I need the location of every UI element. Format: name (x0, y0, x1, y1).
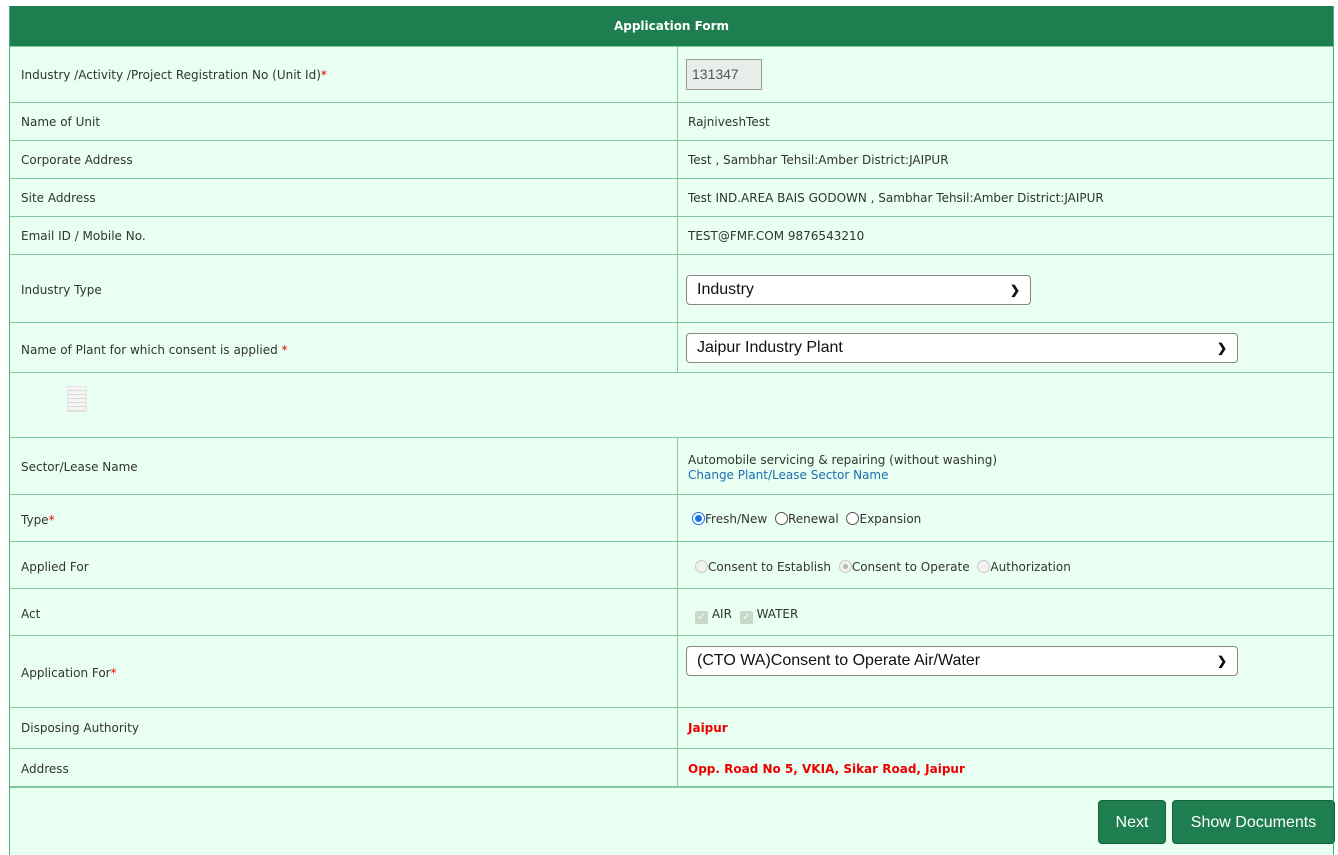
applied-option-operate: Consent to Operate (851, 560, 970, 574)
industry-type-select[interactable]: Industry ❯ (686, 275, 1031, 305)
row-unit-id: Industry /Activity /Project Registration… (10, 46, 1333, 102)
form-title: Application Form (10, 6, 1333, 46)
corporate-address-value: Test , Sambhar Tehsil:Amber District:JAI… (688, 153, 949, 167)
required-mark: * (320, 68, 327, 82)
type-label: Type (21, 513, 49, 527)
plant-name-select[interactable]: Jaipur Industry Plant ❯ (686, 333, 1238, 363)
plant-name-selected: Jaipur Industry Plant (697, 339, 843, 356)
applied-radio-authorization (977, 560, 991, 573)
chevron-down-icon: ❯ (1216, 654, 1227, 668)
plant-name-label: Name of Plant for which consent is appli… (21, 343, 278, 357)
site-address-value: Test IND.AREA BAIS GODOWN , Sambhar Tehs… (688, 191, 1104, 205)
chevron-down-icon: ❯ (1009, 283, 1020, 297)
row-type: Type* Fresh/New Renewal Expansion (10, 494, 1333, 541)
act-water-checkbox: ✓ (739, 611, 753, 624)
row-corporate-address: Corporate Address Test , Sambhar Tehsil:… (10, 140, 1333, 178)
act-option-air: AIR (711, 607, 732, 621)
row-plant-name: Name of Plant for which consent is appli… (10, 322, 1333, 372)
application-form: Application Form Industry /Activity /Pro… (9, 6, 1335, 855)
applied-option-establish: Consent to Establish (708, 560, 831, 574)
row-email-mobile: Email ID / Mobile No. TEST@FMF.COM 98765… (10, 216, 1333, 254)
row-applied-for: Applied For Consent to Establish Consent… (10, 541, 1333, 588)
required-mark: * (110, 666, 117, 680)
row-act: Act ✓ AIR ✓ WATER (10, 588, 1333, 635)
type-radio-fresh[interactable] (692, 512, 705, 525)
type-option-renewal: Renewal (787, 512, 839, 526)
unit-id-field[interactable]: 131347 (686, 59, 762, 90)
sector-value: Automobile servicing & repairing (withou… (688, 453, 998, 467)
applied-for-label: Applied For (21, 560, 89, 574)
document-image-icon (67, 386, 87, 412)
corporate-address-label: Corporate Address (21, 153, 133, 167)
applied-option-authorization: Authorization (990, 560, 1071, 574)
address-value: Opp. Road No 5, VKIA, Sikar Road, Jaipur (688, 762, 965, 776)
show-documents-button[interactable]: Show Documents (1172, 800, 1335, 844)
address-label: Address (21, 762, 69, 776)
row-address: Address Opp. Road No 5, VKIA, Sikar Road… (10, 748, 1333, 788)
chevron-down-icon: ❯ (1216, 341, 1227, 355)
act-label: Act (21, 607, 41, 621)
industry-type-label: Industry Type (21, 283, 102, 297)
email-mobile-label: Email ID / Mobile No. (21, 229, 146, 243)
act-option-water: WATER (756, 607, 799, 621)
row-disposing-authority: Disposing Authority Jaipur (10, 707, 1333, 748)
row-plant-image (10, 372, 1333, 437)
row-name-of-unit: Name of Unit RajniveshTest (10, 102, 1333, 140)
required-mark: * (48, 513, 55, 527)
row-application-for: Application For* (CTO WA)Consent to Oper… (10, 635, 1333, 707)
type-radio-renewal[interactable] (774, 512, 788, 525)
application-for-label: Application For (21, 666, 111, 680)
row-site-address: Site Address Test IND.AREA BAIS GODOWN ,… (10, 178, 1333, 216)
email-mobile-value: TEST@FMF.COM 9876543210 (688, 229, 865, 243)
row-industry-type: Industry Type Industry ❯ (10, 254, 1333, 322)
application-for-select[interactable]: (CTO WA)Consent to Operate Air/Water ❯ (686, 646, 1238, 676)
unit-id-label: Industry /Activity /Project Registration… (21, 68, 321, 82)
type-option-expansion: Expansion (859, 512, 922, 526)
required-mark: * (281, 343, 288, 357)
type-option-fresh: Fresh/New (705, 512, 768, 526)
row-sector: Sector/Lease Name Automobile servicing &… (10, 437, 1333, 494)
application-for-selected: (CTO WA)Consent to Operate Air/Water (697, 652, 981, 669)
industry-type-selected: Industry (697, 281, 754, 298)
type-radio-expansion[interactable] (846, 512, 860, 525)
applied-radio-establish (695, 560, 708, 573)
name-of-unit-label: Name of Unit (21, 115, 101, 129)
change-sector-link[interactable]: Change Plant/Lease Sector Name (688, 468, 889, 482)
disposing-authority-value: Jaipur (688, 721, 728, 735)
name-of-unit-value: RajniveshTest (688, 115, 770, 129)
next-button[interactable]: Next (1098, 800, 1166, 844)
site-address-label: Site Address (21, 191, 96, 205)
act-air-checkbox: ✓ (695, 611, 708, 624)
disposing-authority-label: Disposing Authority (21, 721, 139, 735)
sector-label: Sector/Lease Name (21, 460, 138, 474)
applied-radio-operate (838, 560, 852, 573)
